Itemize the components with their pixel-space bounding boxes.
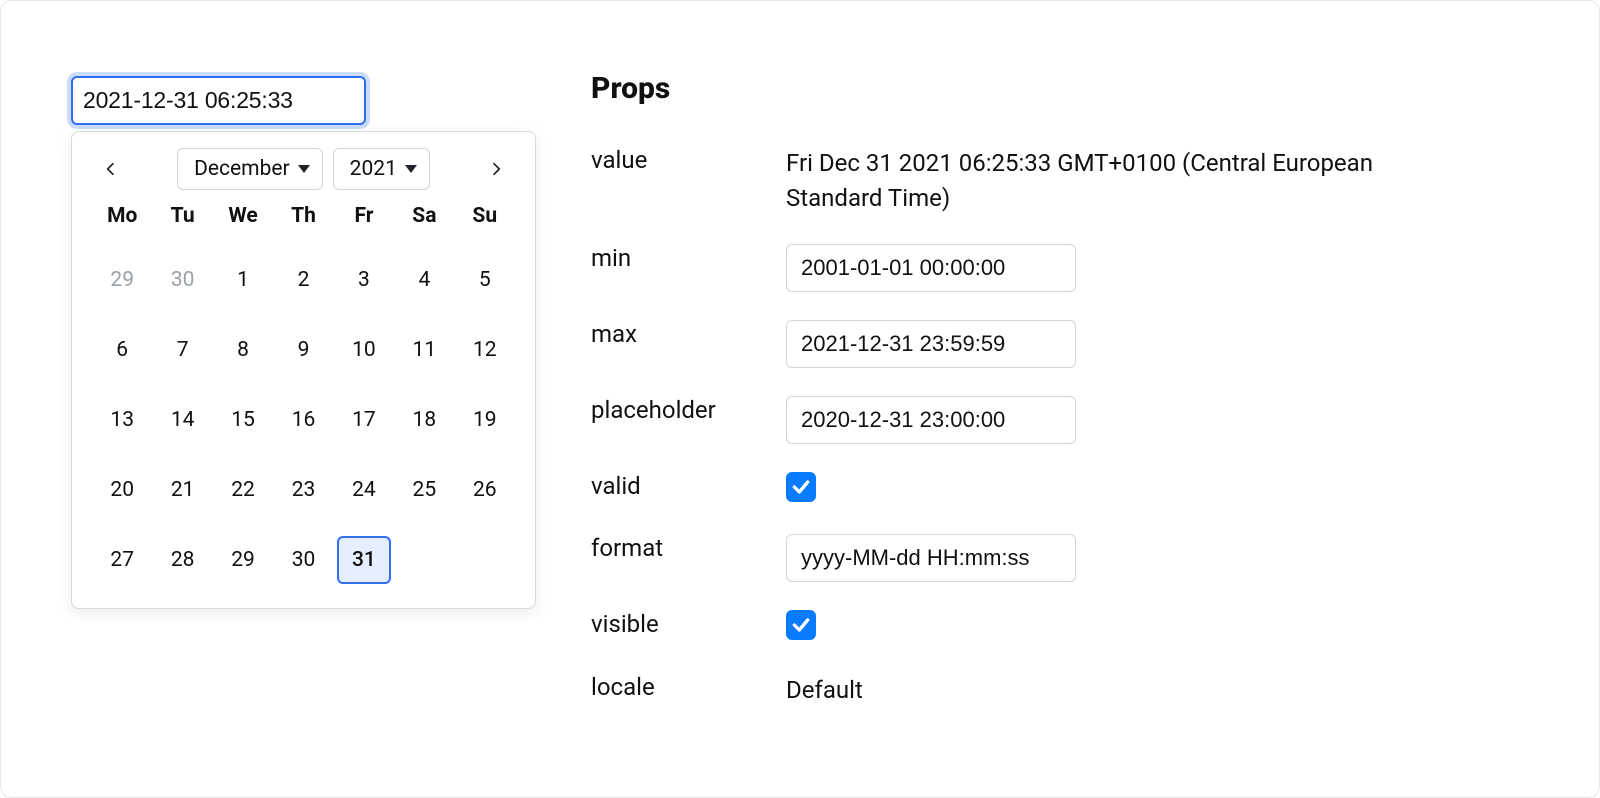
month-select[interactable]: December	[177, 148, 323, 190]
valid-checkbox[interactable]	[786, 472, 816, 502]
left-panel: December 2021 MoTuWeThFrSaSu293012345678…	[41, 41, 521, 757]
calendar-dow: Th	[273, 204, 333, 234]
calendar-day[interactable]: 11	[394, 326, 454, 374]
props-title: Props	[591, 71, 1559, 106]
month-select-label: December	[194, 157, 290, 181]
visible-checkbox[interactable]	[786, 610, 816, 640]
calendar-day[interactable]: 29	[213, 536, 273, 584]
calendar-day[interactable]: 21	[152, 466, 212, 514]
calendar-grid: MoTuWeThFrSaSu29301234567891011121314151…	[88, 204, 519, 584]
caret-down-icon	[298, 165, 310, 173]
prop-row-max: max	[591, 320, 1559, 368]
calendar-day[interactable]: 13	[92, 396, 152, 444]
locale-value: Default	[786, 673, 1559, 708]
prop-row-placeholder: placeholder	[591, 396, 1559, 444]
calendar-day[interactable]: 6	[92, 326, 152, 374]
chevron-right-icon	[488, 161, 504, 177]
prop-label: valid	[591, 472, 786, 500]
prev-month-button[interactable]	[94, 152, 128, 186]
prop-row-min: min	[591, 244, 1559, 292]
calendar-day[interactable]: 23	[273, 466, 333, 514]
year-select-label: 2021	[350, 157, 397, 181]
prop-row-valid: valid	[591, 472, 1559, 507]
calendar-day[interactable]: 22	[213, 466, 273, 514]
calendar-day[interactable]: 3	[334, 256, 394, 304]
datetime-input[interactable]	[71, 76, 366, 125]
calendar-day[interactable]: 20	[92, 466, 152, 514]
prop-label: locale	[591, 673, 786, 701]
calendar-day[interactable]: 26	[455, 466, 515, 514]
placeholder-input[interactable]	[786, 396, 1076, 444]
calendar-day[interactable]: 7	[152, 326, 212, 374]
calendar-day[interactable]: 16	[273, 396, 333, 444]
max-input[interactable]	[786, 320, 1076, 368]
prop-row-locale: locale Default	[591, 673, 1559, 708]
calendar-day[interactable]: 4	[394, 256, 454, 304]
prop-label: max	[591, 320, 786, 348]
calendar-day[interactable]: 19	[455, 396, 515, 444]
calendar-day[interactable]: 27	[92, 536, 152, 584]
prop-row-value: value Fri Dec 31 2021 06:25:33 GMT+0100 …	[591, 146, 1559, 216]
calendar-day[interactable]: 24	[334, 466, 394, 514]
calendar-day[interactable]: 29	[92, 256, 152, 304]
prop-label: format	[591, 534, 786, 562]
calendar-dow: Su	[455, 204, 515, 234]
calendar-day[interactable]: 30	[273, 536, 333, 584]
year-select[interactable]: 2021	[333, 148, 430, 190]
calendar-day[interactable]: 10	[334, 326, 394, 374]
calendar-header: December 2021	[88, 148, 519, 204]
calendar-day[interactable]: 18	[394, 396, 454, 444]
calendar-dow: Mo	[92, 204, 152, 234]
format-input[interactable]	[786, 534, 1076, 582]
calendar-day[interactable]: 9	[273, 326, 333, 374]
calendar-day[interactable]: 25	[394, 466, 454, 514]
caret-down-icon	[405, 165, 417, 173]
calendar-day[interactable]: 5	[455, 256, 515, 304]
calendar-day[interactable]: 1	[213, 256, 273, 304]
app-frame: December 2021 MoTuWeThFrSaSu293012345678…	[0, 0, 1600, 798]
calendar-day[interactable]: 15	[213, 396, 273, 444]
calendar-day[interactable]: 30	[152, 256, 212, 304]
calendar-day[interactable]: 17	[334, 396, 394, 444]
prop-label: visible	[591, 610, 786, 638]
prop-value-text: Fri Dec 31 2021 06:25:33 GMT+0100 (Centr…	[786, 146, 1406, 216]
calendar-dow: Tu	[152, 204, 212, 234]
calendar-day[interactable]: 2	[273, 256, 333, 304]
prop-label: value	[591, 146, 786, 174]
prop-row-format: format	[591, 534, 1559, 582]
prop-label: placeholder	[591, 396, 786, 424]
calendar-day[interactable]: 31	[337, 536, 391, 584]
check-icon	[791, 615, 811, 635]
calendar-day[interactable]: 12	[455, 326, 515, 374]
chevron-left-icon	[103, 161, 119, 177]
check-icon	[791, 477, 811, 497]
calendar-dow: Sa	[394, 204, 454, 234]
min-input[interactable]	[786, 244, 1076, 292]
calendar-day[interactable]: 8	[213, 326, 273, 374]
calendar-day[interactable]: 14	[152, 396, 212, 444]
next-month-button[interactable]	[479, 152, 513, 186]
calendar-popover: December 2021 MoTuWeThFrSaSu293012345678…	[71, 131, 536, 609]
props-panel: Props value Fri Dec 31 2021 06:25:33 GMT…	[591, 41, 1559, 757]
prop-row-visible: visible	[591, 610, 1559, 645]
calendar-day[interactable]: 28	[152, 536, 212, 584]
calendar-dow: We	[213, 204, 273, 234]
calendar-dow: Fr	[334, 204, 394, 234]
prop-label: min	[591, 244, 786, 272]
